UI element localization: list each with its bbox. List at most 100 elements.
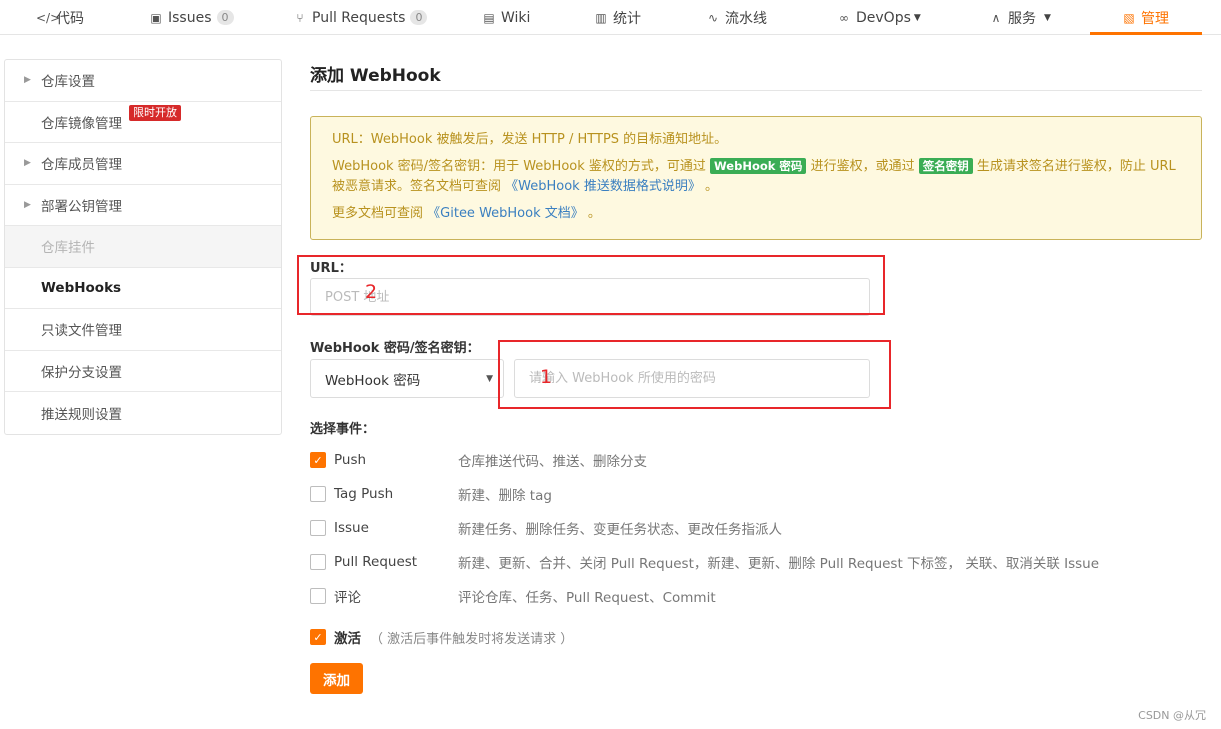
activate-hint: （ 激活后事件触发时将发送请求 ） bbox=[370, 631, 574, 647]
chevron-right-icon: ▶ bbox=[24, 199, 31, 210]
add-webhook-button[interactable]: 添加 bbox=[310, 663, 363, 694]
notice-text: 进行鉴权，或通过 bbox=[810, 159, 915, 174]
issues-count-badge: 0 bbox=[216, 10, 234, 25]
sidebar-item-mirror[interactable]: 仓库镜像管理 限时开放 bbox=[5, 102, 281, 143]
event-name: Pull Request bbox=[334, 554, 418, 570]
event-name: Issue bbox=[334, 520, 369, 536]
sidebar-item-label: 仓库镜像管理 bbox=[41, 115, 122, 132]
checkbox-pull-request[interactable] bbox=[310, 554, 326, 570]
notice-more-docs: 更多文档可查阅 《Gitee WebHook 文档》 。 bbox=[332, 204, 1181, 224]
webhook-format-doc-link[interactable]: 《WebHook 推送数据格式说明》 bbox=[505, 179, 701, 194]
gitee-webhook-doc-link[interactable]: 《Gitee WebHook 文档》 bbox=[427, 206, 584, 221]
code-icon: </> bbox=[36, 10, 61, 25]
annotation-box-url bbox=[297, 255, 885, 315]
tab-wiki[interactable]: ▤ Wiki bbox=[481, 0, 530, 35]
sidebar-item-label: 仓库成员管理 bbox=[41, 157, 122, 174]
notice-url: URL：WebHook 被触发后，发送 HTTP / HTTPS 的目标通知地址… bbox=[332, 132, 728, 147]
help-notice: URL：WebHook 被触发后，发送 HTTP / HTTPS 的目标通知地址… bbox=[310, 116, 1202, 240]
tab-services[interactable]: ∧ 服务 ▼ bbox=[988, 0, 1051, 35]
event-tag-push[interactable]: Tag Push 新建、删除 tag bbox=[310, 485, 552, 504]
sidebar-item-label: 仓库设置 bbox=[41, 74, 95, 91]
tab-pull-requests-label: Pull Requests bbox=[312, 9, 406, 26]
tab-code[interactable]: </> 代码 bbox=[36, 0, 84, 35]
caret-down-icon: ▼ bbox=[913, 12, 921, 23]
sidebar-item-readonly-files[interactable]: 只读文件管理 bbox=[5, 309, 281, 351]
tab-devops[interactable]: ∞ DevOps ▼ bbox=[836, 0, 921, 35]
tab-manage-label: 管理 bbox=[1141, 10, 1169, 27]
sidebar-item-label: 只读文件管理 bbox=[41, 323, 122, 340]
bar-chart-icon: ▥ bbox=[595, 10, 607, 25]
tab-stats[interactable]: ▥ 统计 bbox=[593, 0, 641, 35]
tab-stats-label: 统计 bbox=[613, 10, 641, 27]
event-desc: 新建、更新、合并、关闭 Pull Request，新建、更新、删除 Pull R… bbox=[458, 556, 1100, 572]
wiki-icon: ▤ bbox=[483, 10, 495, 25]
notice-text: 。 bbox=[704, 179, 718, 194]
checkbox-activate[interactable]: ✓ bbox=[310, 629, 326, 645]
secret-type-select[interactable]: WebHook 密码 ▼ bbox=[310, 359, 504, 398]
tab-services-label: 服务 bbox=[1008, 10, 1036, 27]
manage-icon: ▧ bbox=[1123, 10, 1135, 25]
sidebar-item-repo-settings[interactable]: ▶ 仓库设置 bbox=[5, 60, 281, 102]
event-desc: 评论仓库、任务、Pull Request、Commit bbox=[458, 590, 716, 606]
event-name: Push bbox=[334, 452, 367, 468]
tab-wiki-label: Wiki bbox=[501, 9, 531, 26]
tab-manage[interactable]: ▧ 管理 bbox=[1121, 0, 1169, 35]
sidebar-item-label: 部署公钥管理 bbox=[41, 198, 122, 215]
event-pull-request[interactable]: Pull Request 新建、更新、合并、关闭 Pull Request，新建… bbox=[310, 553, 1099, 572]
tab-pipeline-label: 流水线 bbox=[725, 10, 767, 27]
sidebar-item-push-rules[interactable]: 推送规则设置 bbox=[5, 392, 281, 434]
tab-issues-label: Issues bbox=[168, 9, 212, 26]
caret-down-icon: ▼ bbox=[486, 373, 493, 384]
sidebar-item-protected-branches[interactable]: 保护分支设置 bbox=[5, 351, 281, 392]
settings-sidebar: ▶ 仓库设置 仓库镜像管理 限时开放 ▶ 仓库成员管理 ▶ 部署公钥管理 仓库挂… bbox=[4, 59, 282, 435]
sidebar-item-deploy-keys[interactable]: ▶ 部署公钥管理 bbox=[5, 185, 281, 226]
event-push[interactable]: ✓ Push 仓库推送代码、推送、删除分支 bbox=[310, 451, 647, 470]
sidebar-item-label: 仓库挂件 bbox=[41, 240, 95, 257]
sidebar-item-label: WebHooks bbox=[41, 279, 122, 296]
checkbox-issue[interactable] bbox=[310, 520, 326, 536]
infinity-icon: ∞ bbox=[839, 10, 849, 25]
annotation-number-1: 1 bbox=[540, 366, 553, 388]
tab-pull-requests[interactable]: ⑂ Pull Requests 0 bbox=[292, 0, 428, 35]
secret-type-value: WebHook 密码 bbox=[325, 372, 421, 389]
signature-key-tag: 签名密钥 bbox=[918, 158, 973, 174]
checkbox-push[interactable]: ✓ bbox=[310, 452, 326, 468]
event-desc: 仓库推送代码、推送、删除分支 bbox=[458, 454, 647, 470]
sidebar-item-webhooks[interactable]: WebHooks bbox=[5, 268, 281, 309]
notice-text: 更多文档可查阅 bbox=[332, 206, 424, 221]
notice-text: WebHook 密码/签名密钥：用于 WebHook 鉴权的方式，可通过 bbox=[332, 159, 706, 174]
event-issue[interactable]: Issue 新建任务、删除任务、变更任务状态、更改任务指派人 bbox=[310, 519, 782, 538]
sidebar-item-members[interactable]: ▶ 仓库成员管理 bbox=[5, 143, 281, 185]
sidebar-item-label: 推送规则设置 bbox=[41, 406, 122, 423]
notice-text: 。 bbox=[587, 206, 601, 221]
active-tab-indicator bbox=[1090, 32, 1202, 35]
webhook-password-tag: WebHook 密码 bbox=[710, 158, 807, 174]
checkbox-comment[interactable] bbox=[310, 588, 326, 604]
annotation-box-secret bbox=[498, 340, 891, 409]
event-name: Tag Push bbox=[334, 486, 394, 502]
tab-devops-label: DevOps bbox=[856, 9, 911, 26]
tab-pipeline[interactable]: ∿ 流水线 bbox=[705, 0, 767, 35]
annotation-number-2: 2 bbox=[365, 281, 378, 303]
event-name: 评论 bbox=[334, 590, 361, 606]
notice-secret: WebHook 密码/签名密钥：用于 WebHook 鉴权的方式，可通过 Web… bbox=[332, 157, 1181, 197]
events-label: 选择事件： bbox=[310, 422, 376, 437]
pipeline-icon: ∿ bbox=[707, 10, 719, 25]
checkbox-tag-push[interactable] bbox=[310, 486, 326, 502]
page-title: 添加 WebHook bbox=[310, 66, 441, 86]
watermark: CSDN @从冗 bbox=[1138, 709, 1206, 722]
event-comment[interactable]: 评论 评论仓库、任务、Pull Request、Commit bbox=[310, 587, 716, 606]
activate-option[interactable]: ✓ 激活 （ 激活后事件触发时将发送请求 ） bbox=[310, 628, 573, 647]
secret-label: WebHook 密码/签名密钥： bbox=[310, 341, 480, 356]
issues-icon: ▣ bbox=[150, 10, 162, 25]
sidebar-item-label: 保护分支设置 bbox=[41, 364, 122, 381]
chevron-right-icon: ▶ bbox=[24, 75, 31, 86]
pull-request-icon: ⑂ bbox=[296, 10, 304, 25]
tab-issues[interactable]: ▣ Issues 0 bbox=[148, 0, 234, 35]
activate-label: 激活 bbox=[334, 631, 361, 647]
event-desc: 新建任务、删除任务、变更任务状态、更改任务指派人 bbox=[458, 522, 782, 538]
pulse-icon: ∧ bbox=[991, 10, 1001, 25]
limited-badge: 限时开放 bbox=[129, 104, 181, 121]
top-nav: </> 代码 ▣ Issues 0 ⑂ Pull Requests 0 ▤ Wi… bbox=[0, 0, 1221, 35]
chevron-right-icon: ▶ bbox=[24, 158, 31, 169]
